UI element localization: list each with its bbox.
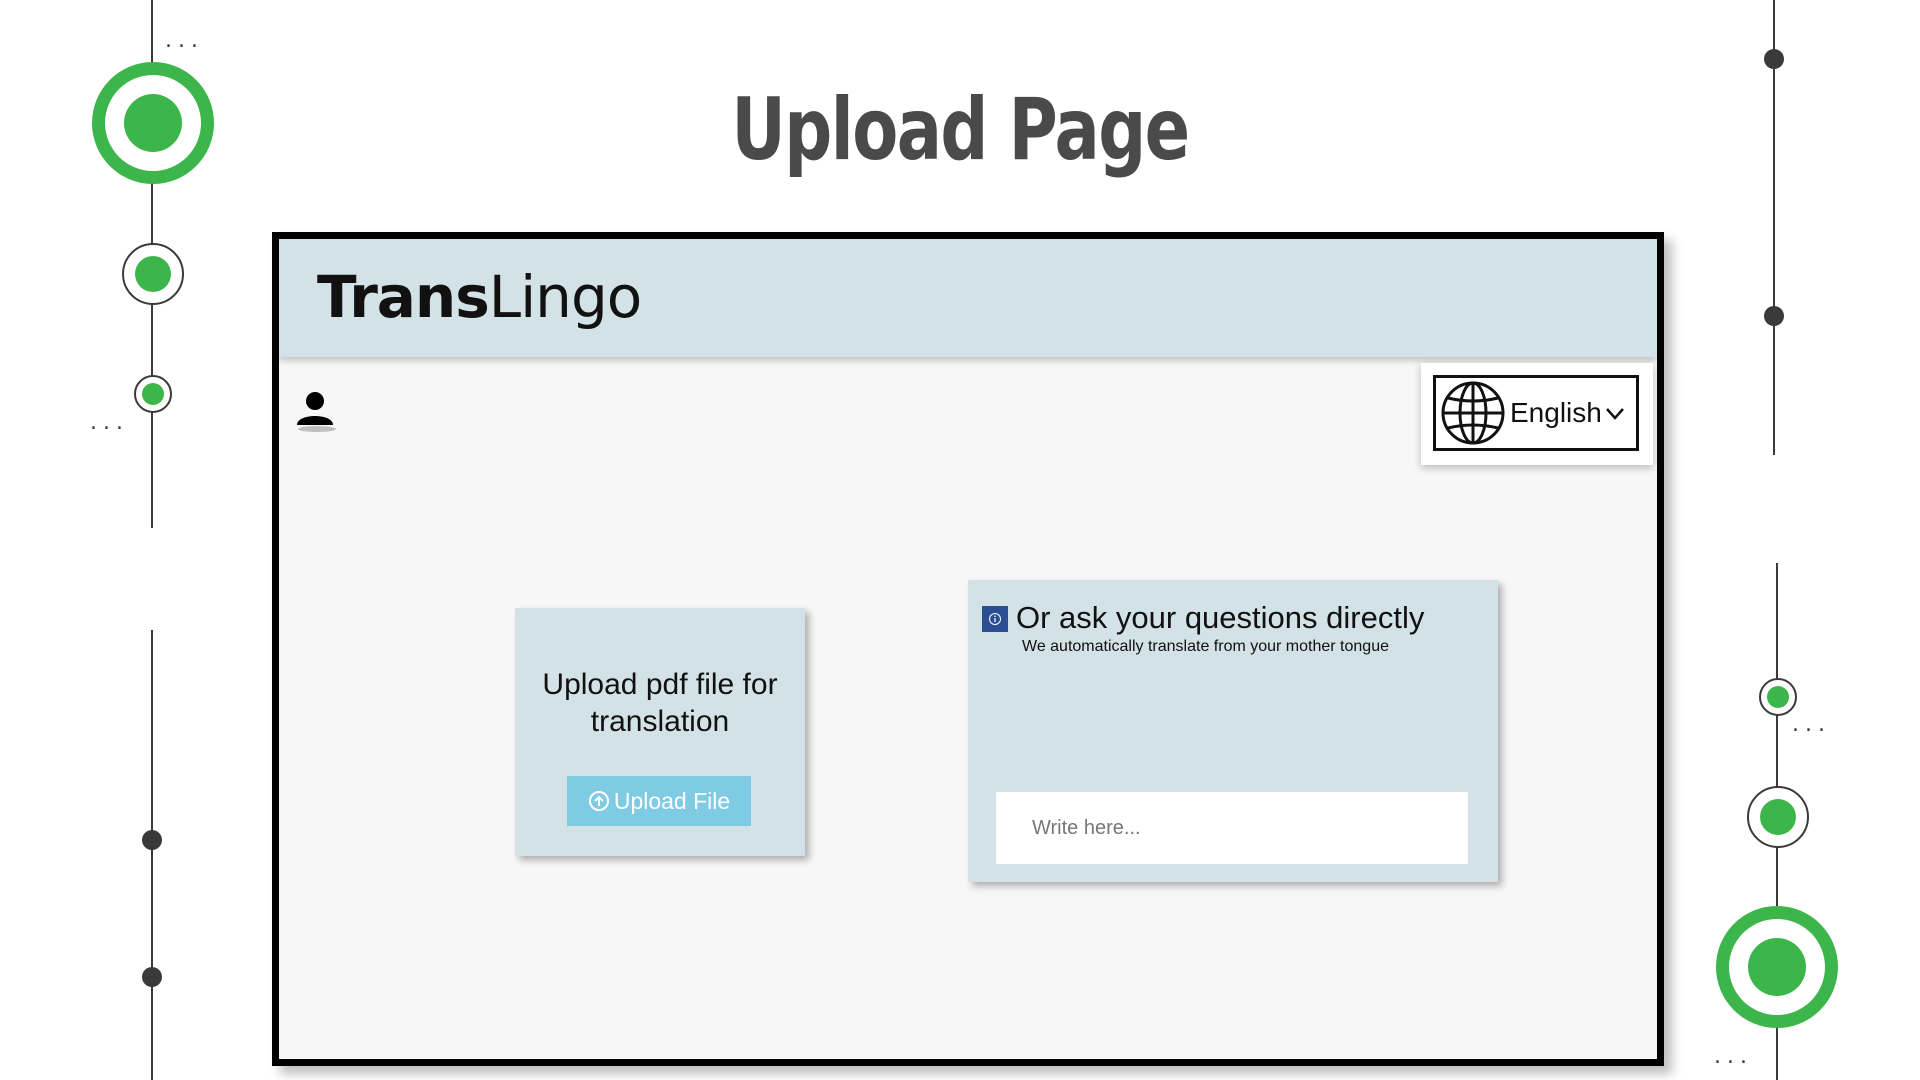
language-selector-panel: English: [1421, 363, 1653, 465]
deco-ring-medium: [122, 243, 184, 305]
chevron-down-icon: [1605, 408, 1624, 420]
deco-dot: [1764, 306, 1784, 326]
upload-file-button[interactable]: Upload File: [567, 776, 751, 826]
language-selected-value: English: [1510, 397, 1602, 428]
user-icon[interactable]: [295, 389, 339, 433]
app-window: TransLingo English Upload pdf file for t…: [272, 232, 1664, 1066]
deco-dot: [1764, 49, 1784, 69]
language-dropdown[interactable]: English: [1433, 375, 1639, 451]
ask-card-subtitle: We automatically translate from your mot…: [1022, 638, 1389, 655]
question-input[interactable]: [996, 792, 1468, 864]
upload-arrow-icon: [588, 791, 609, 811]
deco-dot: [142, 830, 162, 850]
upload-card: Upload pdf file for translation Upload F…: [515, 608, 805, 856]
deco-ring-large: [92, 62, 214, 184]
ask-question-card: Or ask your questions directly We automa…: [968, 580, 1498, 882]
deco-dot: [142, 967, 162, 987]
deco-ring-small: [134, 375, 172, 413]
globe-icon: [1441, 381, 1505, 445]
deco-ellipsis: ...: [90, 410, 129, 435]
deco-ring-small: [1759, 678, 1797, 716]
brand-name-bold: Trans: [317, 263, 490, 331]
info-icon: [982, 606, 1008, 632]
deco-ring-medium: [1747, 786, 1809, 848]
ask-card-title: Or ask your questions directly: [1016, 600, 1425, 635]
brand-logo[interactable]: TransLingo: [317, 263, 642, 331]
upload-file-button-label: Upload File: [613, 787, 731, 814]
deco-ellipsis: ...: [1792, 712, 1831, 737]
deco-ellipsis: ...: [1714, 1044, 1753, 1069]
deco-ellipsis: ...: [165, 28, 204, 53]
deco-ring-large: [1716, 906, 1838, 1028]
upload-card-title: Upload pdf file for translation: [542, 668, 778, 738]
brand-name-light: Lingo: [488, 263, 642, 331]
app-header: TransLingo: [279, 239, 1657, 357]
deco-line: [151, 630, 153, 1080]
slide-title: Upload Page: [731, 80, 1190, 180]
